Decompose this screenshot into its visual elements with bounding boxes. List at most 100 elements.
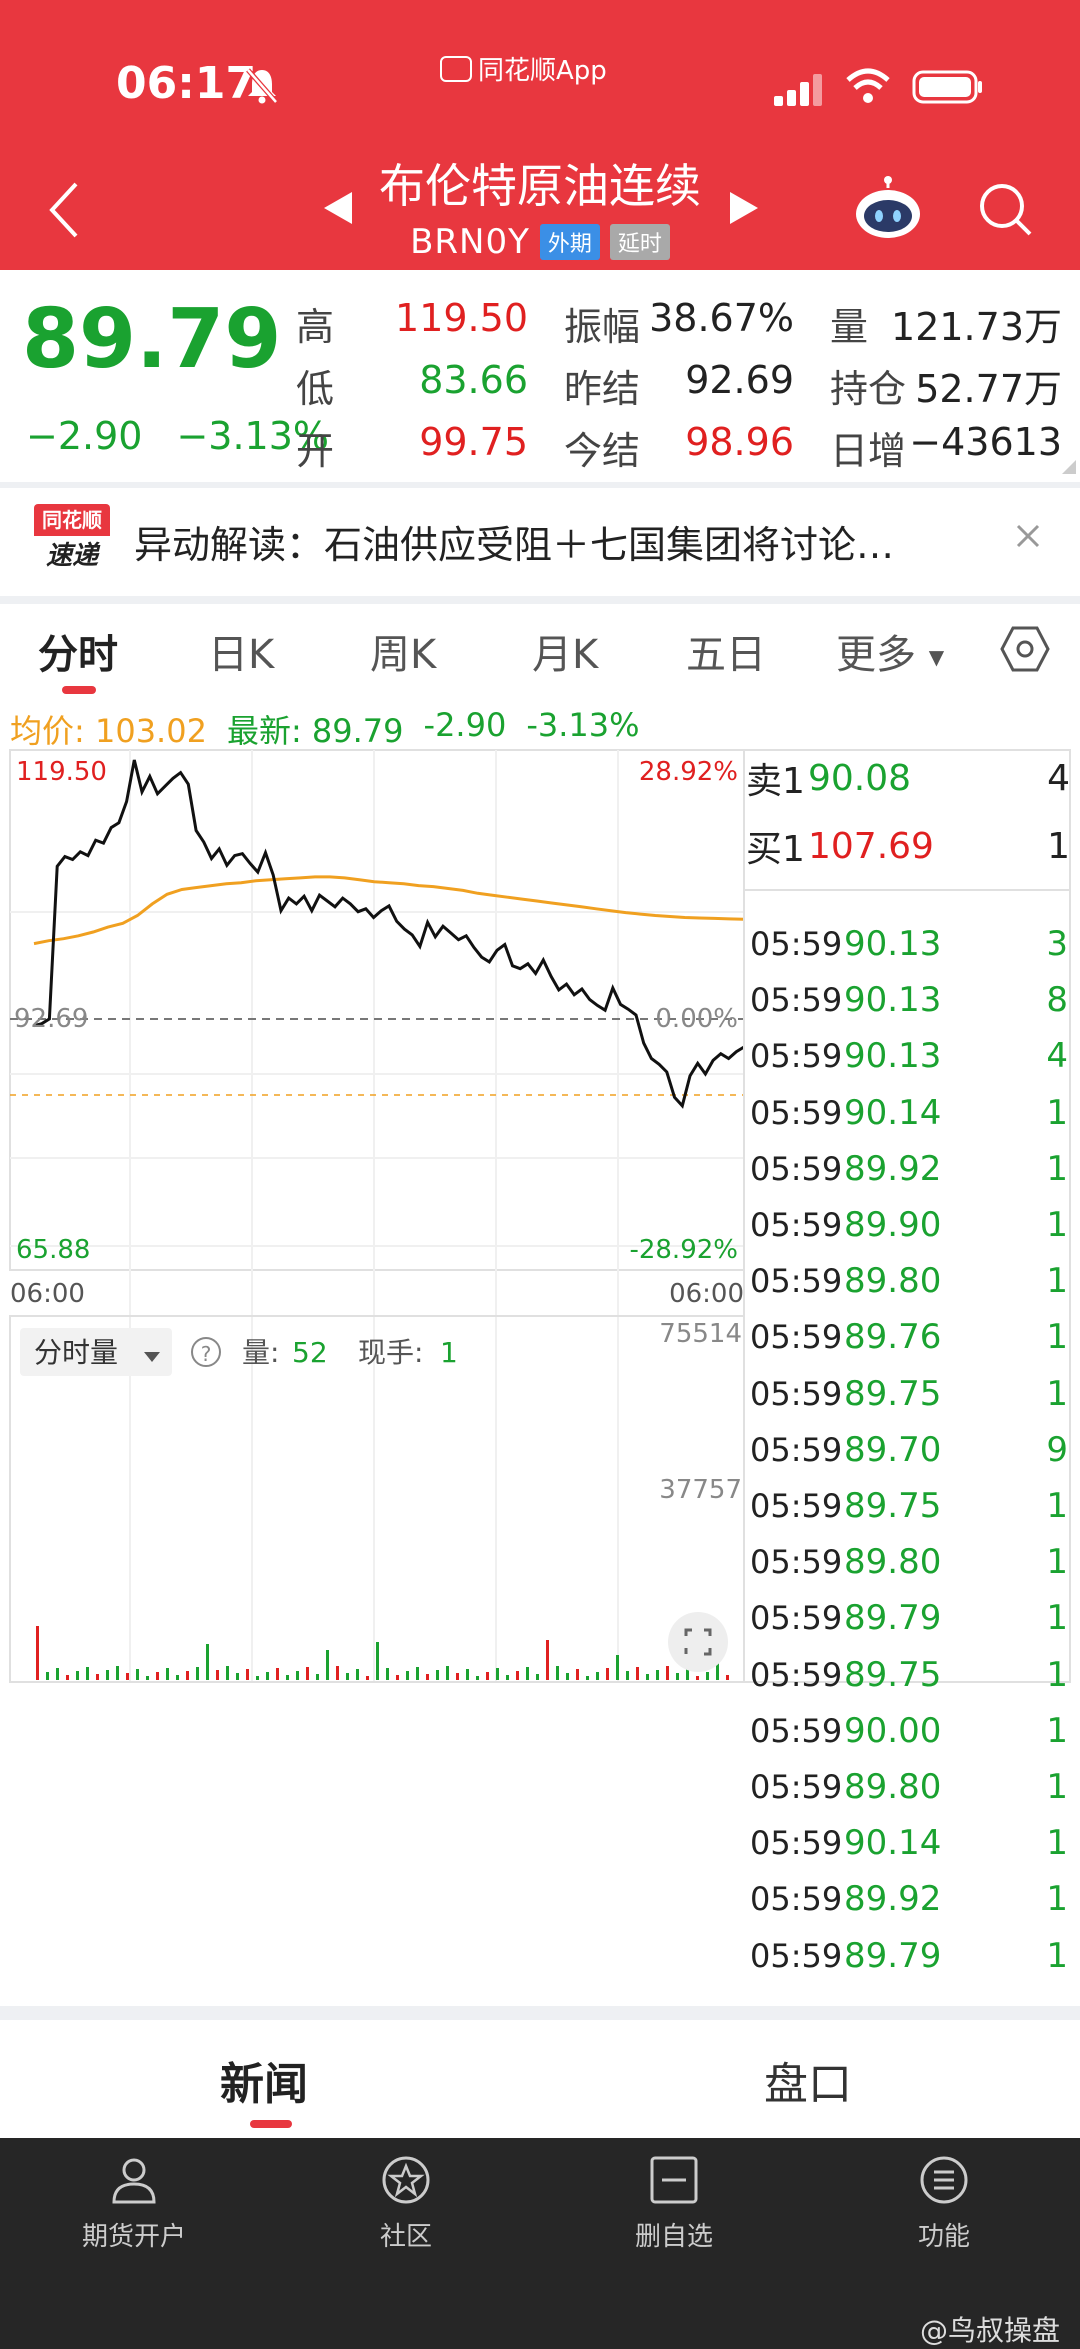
volume-bar (446, 1666, 449, 1680)
volume-bar (236, 1673, 239, 1680)
tab-intraday[interactable]: 分时 (38, 622, 118, 680)
trade-row[interactable]: 05:59 90.14 1 (750, 1815, 1068, 1871)
volume-bar (346, 1673, 349, 1680)
volume-bar (96, 1674, 99, 1680)
trade-row[interactable]: 05:59 89.70 9 (750, 1422, 1068, 1478)
trade-row[interactable]: 05:59 90.13 4 (750, 1028, 1068, 1084)
volume-bar (486, 1672, 489, 1680)
trade-row[interactable]: 05:59 89.76 1 (750, 1309, 1068, 1365)
caret-down-icon: ▼ (928, 645, 945, 669)
market-badge: 外期 (539, 224, 600, 260)
volume-bar (166, 1668, 169, 1680)
community-star-icon (382, 2156, 430, 2204)
trade-time: 05:59 (750, 1149, 843, 1188)
volume-bar (36, 1626, 39, 1680)
trade-row[interactable]: 05:59 89.90 1 (750, 1197, 1068, 1253)
volume-bar (336, 1666, 339, 1680)
nav-remove-watchlist[interactable]: 删自选 (574, 2152, 774, 2253)
quote-field-label: 低 (296, 367, 335, 411)
nav-community[interactable]: 社区 (306, 2152, 506, 2253)
trade-volume: 1 (1046, 1205, 1068, 1245)
trade-time: 05:59 (750, 1093, 843, 1132)
trade-price: 89.92 (844, 1148, 942, 1189)
volume-bar (406, 1671, 409, 1680)
nav-open-account[interactable]: 期货开户 (34, 2152, 234, 2253)
trade-row[interactable]: 05:59 89.75 1 (750, 1647, 1068, 1703)
volume-bar (726, 1675, 729, 1680)
trade-price: 89.80 (844, 1767, 942, 1807)
volume-mid-label: 37757 (659, 1475, 742, 1505)
volume-bar (326, 1650, 329, 1680)
trade-volume: 1 (1046, 1879, 1068, 1920)
volume-bar (386, 1668, 389, 1680)
tab-five-day[interactable]: 五日 (686, 622, 766, 680)
fullscreen-button[interactable] (668, 1612, 728, 1672)
trade-row[interactable]: 05:59 89.80 1 (750, 1253, 1068, 1309)
trade-row[interactable]: 05:59 89.75 1 (750, 1366, 1068, 1422)
order-book-row[interactable]: 买1 107.69 1 (746, 818, 1070, 874)
volume-bar (436, 1670, 439, 1680)
trade-row[interactable]: 05:59 90.13 8 (750, 972, 1068, 1028)
tab-daily-k[interactable]: 日K (208, 622, 274, 680)
search-icon[interactable] (976, 180, 1034, 238)
trade-price: 89.75 (844, 1373, 942, 1414)
close-icon[interactable] (1010, 518, 1046, 554)
trade-row[interactable]: 05:59 90.13 3 (750, 916, 1068, 972)
volume-bar (176, 1675, 179, 1680)
trade-volume: 1 (1046, 1317, 1068, 1358)
trade-row[interactable]: 05:59 89.80 1 (750, 1759, 1068, 1815)
volume-bar (86, 1667, 89, 1680)
nav-functions[interactable]: 功能 (844, 2152, 1044, 2253)
trade-price: 90.00 (844, 1710, 942, 1751)
volume-bar (426, 1674, 429, 1680)
alert-text[interactable]: 异动解读：石油供应受阻＋七国集团将讨论… (134, 514, 994, 569)
trade-time: 05:59 (750, 1430, 843, 1469)
price-change: −2.90 (26, 414, 143, 458)
volume-bar (476, 1676, 479, 1680)
trade-row[interactable]: 05:59 89.92 1 (750, 1871, 1068, 1927)
app-tag[interactable]: 同花顺App (440, 50, 607, 87)
next-contract-icon[interactable] (728, 190, 760, 226)
tab-more[interactable]: 更多 ▼ (836, 622, 944, 680)
remove-watchlist-icon (650, 2156, 698, 2204)
trade-volume: 3 (1046, 924, 1068, 964)
trade-time: 05:59 (750, 1318, 843, 1357)
trade-volume: 1 (1046, 1935, 1068, 1976)
volume-bar (56, 1668, 59, 1680)
volume-bar (376, 1642, 379, 1680)
book-price: 107.69 (808, 825, 934, 867)
trade-row[interactable]: 05:59 89.79 1 (750, 1928, 1068, 1984)
quote-field-label: 日增 (830, 429, 907, 473)
delay-badge: 延时 (609, 224, 670, 260)
quote-field-value: 52.77万 (915, 367, 1062, 411)
robot-assistant-icon[interactable] (852, 176, 924, 240)
trade-row[interactable]: 05:59 89.92 1 (750, 1141, 1068, 1197)
order-book-row[interactable]: 卖1 90.08 4 (746, 750, 1070, 806)
book-side: 买1 (746, 829, 805, 870)
trade-row[interactable]: 05:59 89.80 1 (750, 1534, 1068, 1590)
trade-row[interactable]: 05:59 90.00 1 (750, 1703, 1068, 1759)
book-price: 90.08 (808, 757, 912, 799)
quote-field-label: 昨结 (564, 367, 641, 411)
trade-price: 90.13 (844, 980, 942, 1021)
tab-monthly-k[interactable]: 月K (532, 622, 598, 680)
tab-panel[interactable]: 盘口 (764, 2048, 852, 2112)
expand-corner-icon[interactable] (1062, 460, 1076, 474)
tab-weekly-k[interactable]: 周K (370, 622, 436, 680)
trade-row[interactable]: 05:59 89.75 1 (750, 1478, 1068, 1534)
trade-row[interactable]: 05:59 89.79 1 (750, 1590, 1068, 1646)
trade-price: 89.80 (844, 1542, 942, 1583)
divider (0, 2006, 1080, 2020)
trade-row[interactable]: 05:59 90.14 1 (750, 1085, 1068, 1141)
volume-selector[interactable]: 分时量 (34, 1336, 118, 1369)
trade-price: 89.79 (844, 1598, 942, 1639)
quote-field-label: 持仓 (830, 367, 907, 411)
volume-bar (156, 1672, 159, 1680)
tab-news[interactable]: 新闻 (220, 2048, 308, 2112)
quote-field-value: 38.67% (649, 296, 794, 340)
trade-volume: 1 (1046, 1486, 1068, 1526)
divider (0, 596, 1080, 604)
settings-hexagon-icon[interactable] (1000, 624, 1050, 674)
alert-banner[interactable]: 同花顺 速递 异动解读：石油供应受阻＋七国集团将讨论… (0, 488, 1080, 596)
volume-bar (496, 1668, 499, 1680)
